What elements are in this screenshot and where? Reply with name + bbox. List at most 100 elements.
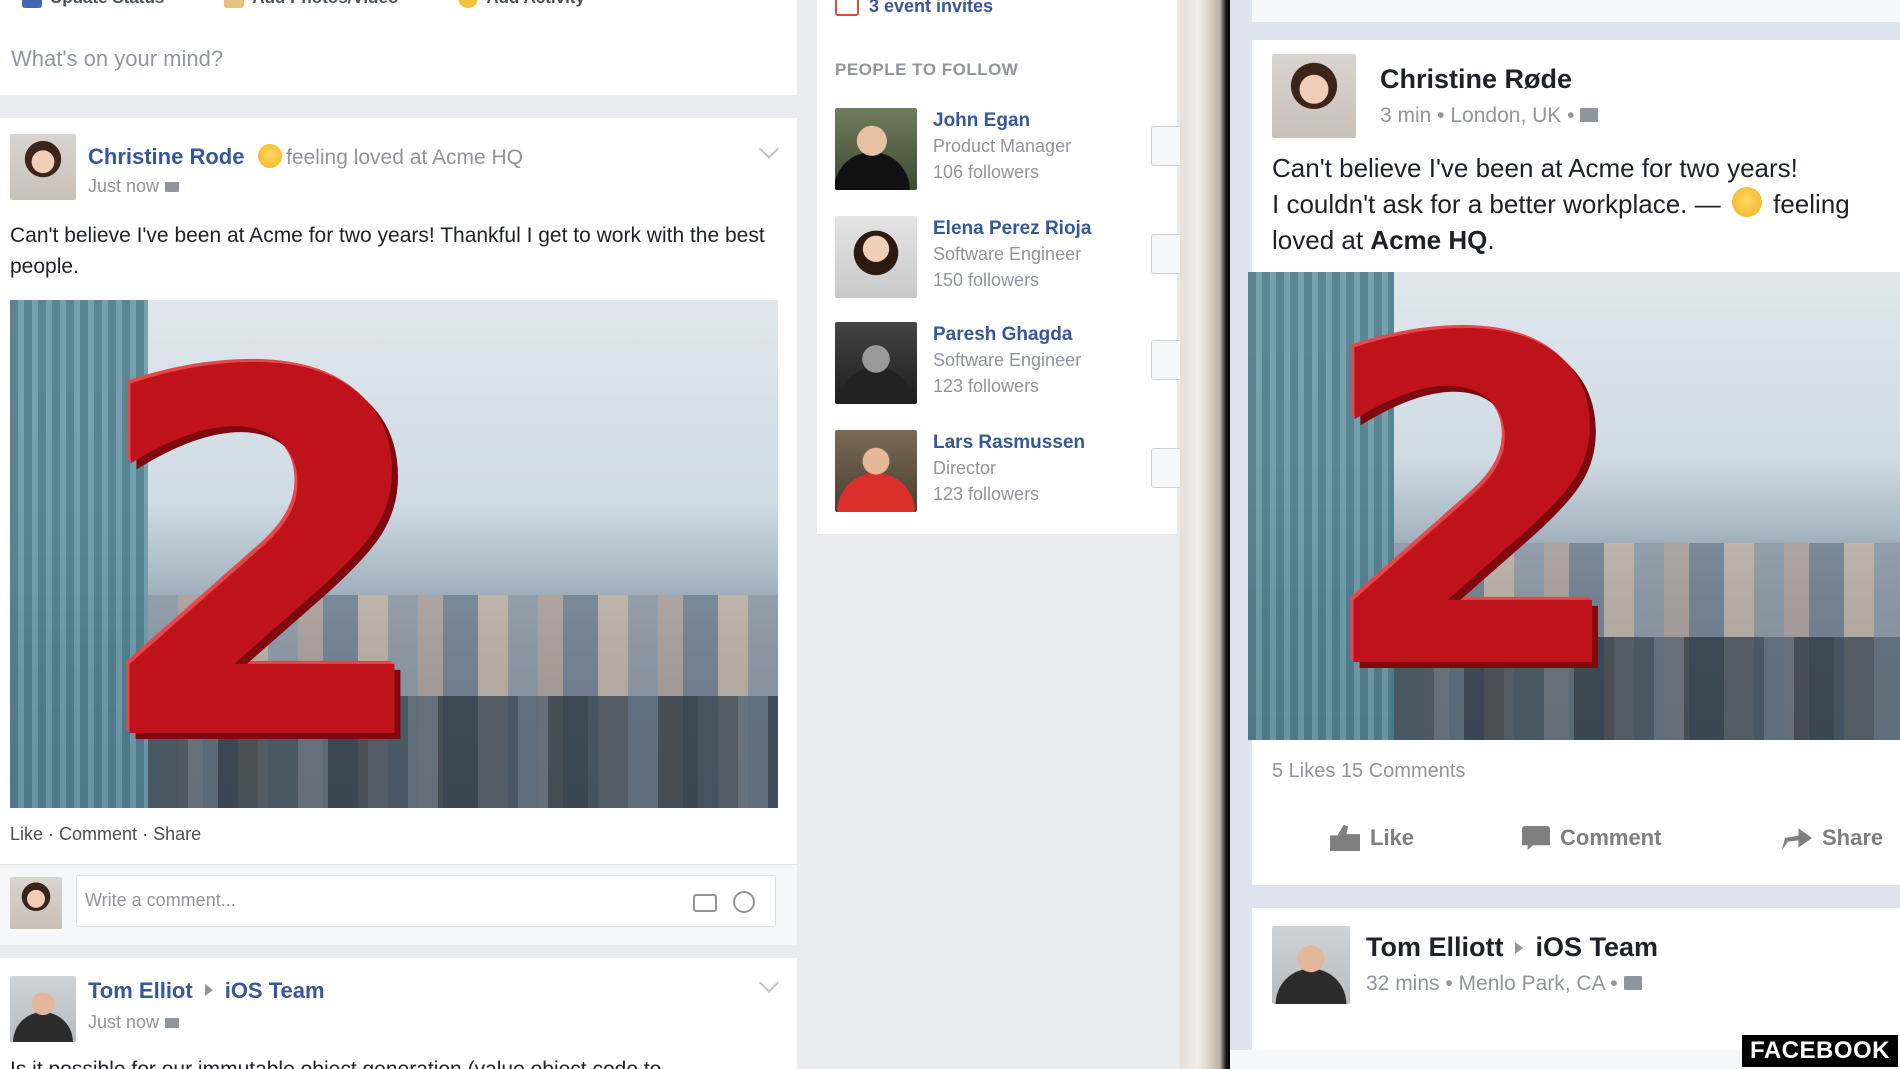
event-invites-link[interactable]: 3 event invites <box>835 0 993 17</box>
person-name[interactable]: Paresh Ghagda <box>933 324 1072 346</box>
avatar[interactable] <box>835 430 917 512</box>
time-label: Just now <box>88 1012 160 1032</box>
share-button[interactable]: Share <box>1782 825 1883 851</box>
right-rail: 3 event invites PEOPLE TO FOLLOW John Eg… <box>817 0 1211 1069</box>
post-meta: 32 mins • Menlo Park, CA • <box>1366 972 1642 996</box>
comment-button[interactable]: Comment <box>1522 825 1661 851</box>
comment-link[interactable]: Comment <box>59 824 137 844</box>
tab-update-status[interactable]: Update Status <box>22 0 164 8</box>
feeling-label: feeling <box>1773 189 1850 219</box>
share-link[interactable]: Share <box>153 824 201 844</box>
arrow-right-icon <box>1515 942 1524 954</box>
thumbs-up-icon <box>1330 825 1360 851</box>
reaction-counts[interactable]: 5 Likes 15 Comments <box>1272 760 1465 783</box>
chevron-down-icon[interactable] <box>759 139 779 159</box>
like-link[interactable]: Like <box>10 824 43 844</box>
post-author[interactable]: Christine Rode <box>88 144 244 170</box>
person-followers: 106 followers <box>933 162 1040 182</box>
group-link[interactable]: iOS Team <box>225 978 325 1003</box>
camera-icon[interactable] <box>693 894 717 912</box>
group-link[interactable]: iOS Team <box>1535 932 1658 962</box>
tab-add-activity[interactable]: Add Activity <box>458 0 585 8</box>
emoji-icon[interactable] <box>733 891 755 913</box>
suggested-person: John Egan Product Manager 106 followers … <box>835 108 1211 190</box>
status-icon <box>22 0 42 8</box>
feeling-label: feeling loved at Acme HQ <box>286 146 523 169</box>
avatar[interactable] <box>1272 54 1356 138</box>
suggested-person: Elena Perez Rioja Software Engineer 150 … <box>835 216 1211 298</box>
audience-icon[interactable] <box>1623 976 1642 990</box>
post-body: Can't believe I've been at Acme for two … <box>10 224 765 278</box>
audience-icon[interactable] <box>165 1018 180 1028</box>
arrow-right-icon <box>204 984 213 996</box>
person-title: Product Manager <box>933 136 1072 156</box>
author-link[interactable]: Tom Elliott <box>1366 932 1503 962</box>
people-to-follow-card: 3 event invites PEOPLE TO FOLLOW John Eg… <box>817 0 1211 534</box>
audience-icon[interactable] <box>165 182 180 192</box>
status-input[interactable]: What's on your mind? <box>11 46 223 72</box>
feeling-text: feeling loved at Acme HQ <box>254 144 523 170</box>
chevron-down-icon[interactable] <box>759 973 779 993</box>
tab-add-photos[interactable]: Add Photos/Video <box>224 0 398 8</box>
suggested-person: Paresh Ghagda Software Engineer 123 foll… <box>835 322 1211 404</box>
place-link[interactable]: Acme HQ <box>1370 225 1487 255</box>
tab-label: Add Photos/Video <box>252 0 398 8</box>
post-timestamp: Just now <box>88 1012 180 1033</box>
tab-label: Add Activity <box>486 0 585 8</box>
body-text: I couldn't ask for a better workplace. — <box>1272 189 1721 219</box>
author-link[interactable]: Tom Elliot <box>88 978 193 1003</box>
avatar[interactable] <box>835 322 917 404</box>
person-title: Software Engineer <box>933 244 1082 264</box>
like-button[interactable]: Like <box>1330 825 1414 851</box>
phone-post: Christine Røde 3 min • London, UK • Can'… <box>1248 40 1900 885</box>
comment-input[interactable]: Write a comment... <box>76 875 776 927</box>
body-text: loved at <box>1272 225 1364 255</box>
news-feed: Update Status Add Photos/Video Add Activ… <box>0 0 797 1069</box>
avatar[interactable] <box>1272 926 1350 1004</box>
action-label: Share <box>1822 825 1884 850</box>
person-followers: 123 followers <box>933 376 1040 396</box>
body-line: Can't believe I've been at Acme for two … <box>1272 153 1798 183</box>
avatar[interactable] <box>10 976 76 1042</box>
person-followers: 150 followers <box>933 270 1040 290</box>
post-author: Tom Elliot iOS Team <box>88 978 325 1004</box>
event-invites-label: 3 event invites <box>869 0 994 16</box>
post-author[interactable]: Christine Røde <box>1380 64 1572 95</box>
post-body: Is it possible for our immutable object … <box>10 1054 780 1069</box>
time-label: Just now <box>88 176 160 196</box>
action-label: Like <box>1370 825 1415 850</box>
phone-screen: Christine Røde 3 min • London, UK • Can'… <box>1230 0 1900 1069</box>
calendar-icon <box>835 0 859 16</box>
phone-bezel <box>1180 0 1230 1069</box>
smiley-icon <box>1731 187 1762 217</box>
smiley-icon <box>258 144 282 168</box>
avatar[interactable] <box>835 108 917 190</box>
share-icon <box>1782 828 1812 850</box>
avatar[interactable] <box>835 216 917 298</box>
person-title: Software Engineer <box>933 350 1082 370</box>
avatar[interactable] <box>10 134 76 200</box>
action-label: Comment <box>1560 825 1662 850</box>
balloon-digit: 2 <box>1318 272 1632 740</box>
post-photo[interactable]: 2 <box>1248 272 1900 740</box>
status-composer: Update Status Add Photos/Video Add Activ… <box>0 0 797 95</box>
body-line: I couldn't ask for a better workplace. —… <box>1272 186 1892 222</box>
body-text: . <box>1487 225 1495 255</box>
app-root: Update Status Add Photos/Video Add Activ… <box>0 0 1900 1069</box>
activity-icon <box>458 0 479 8</box>
audience-icon[interactable] <box>1580 108 1599 122</box>
post-timestamp: Just now <box>88 176 180 197</box>
watermark: FACEBOOK <box>1741 1035 1898 1067</box>
phone-post: Tom Elliott iOS Team 32 mins • Menlo Park… <box>1252 908 1900 1050</box>
photo-icon <box>224 0 245 8</box>
post-author: Tom Elliott iOS Team <box>1366 932 1658 963</box>
person-name[interactable]: John Egan <box>933 110 1030 132</box>
meta-label: 3 min • London, UK • <box>1380 104 1575 127</box>
body-line: loved at Acme HQ. <box>1272 222 1892 258</box>
post-photo[interactable]: 2 <box>10 300 778 808</box>
person-name[interactable]: Elena Perez Rioja <box>933 218 1091 240</box>
feed-post: Christine Rode feeling loved at Acme HQ … <box>0 118 797 945</box>
comment-placeholder: Write a comment... <box>85 890 236 910</box>
post-body: Can't believe I've been at Acme for two … <box>1272 150 1892 258</box>
person-name[interactable]: Lars Rasmussen <box>933 432 1085 454</box>
